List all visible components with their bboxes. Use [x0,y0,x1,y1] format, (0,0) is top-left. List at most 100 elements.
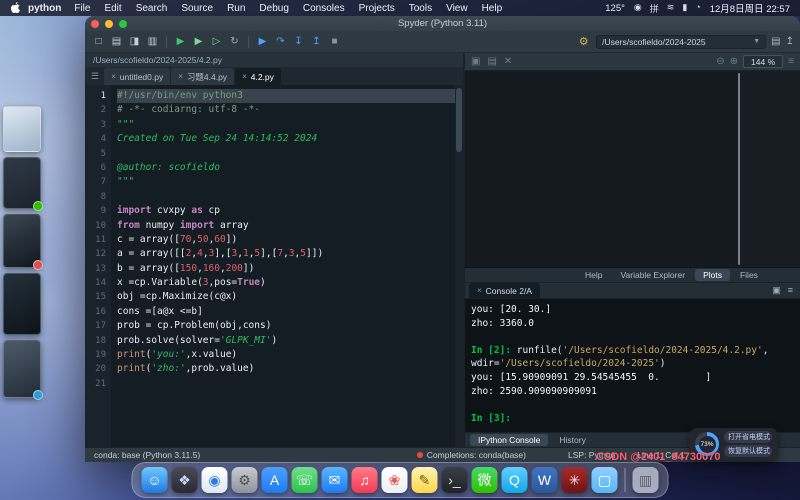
wifi-icon[interactable]: ≋ [667,2,675,15]
dock-wechat[interactable]: 微 [472,467,498,493]
console-output[interactable]: you: [20. 30.]zho: 3360.0 In [2]: runfil… [465,299,800,432]
widget-button-1[interactable]: 打开省电模式 [724,431,772,443]
menubar-app-name[interactable]: python [28,3,61,14]
stop-icon[interactable]: ■ [327,34,342,49]
dock-mail[interactable]: ✉ [322,467,348,493]
editor-scrollbar[interactable] [455,85,463,447]
line-number: 10 [85,219,106,233]
console-tab[interactable]: × Console 2/A [469,283,540,298]
plots-options-menu-icon[interactable]: ≡ [788,56,794,67]
window-thumbnail-2[interactable] [3,157,41,209]
close-tab-icon[interactable]: × [178,72,183,81]
browse-tabs-icon[interactable]: ☰ [87,71,103,82]
plots-content [465,71,800,268]
dock-app-store[interactable]: A [262,467,288,493]
step-over-icon[interactable]: ↷ [273,34,288,49]
copy-plot-icon[interactable]: ▤ [487,56,496,67]
close-tab-icon[interactable]: × [111,72,116,81]
temperature-status: 125° [605,3,625,14]
menubar-status-area: 125° ◉ 拼 ≋ ▮ ◔ 12月8日周日 22:57 [605,1,790,15]
console-bottom-tab-history[interactable]: History [551,434,593,446]
dock-settings[interactable]: ⚙ [232,467,258,493]
parent-directory-icon[interactable]: ↥ [786,36,794,47]
dock-music[interactable]: ♫ [352,467,378,493]
working-directory-combo[interactable]: /Users/scofieldo/2024-2025 ▼ [596,35,766,49]
open-file-icon[interactable]: ▤ [109,34,124,49]
dock-spyder[interactable]: ✳ [562,467,588,493]
menubar-item-debug[interactable]: Debug [252,3,295,14]
editor-tab-4.2.py[interactable]: ×4.2.py [235,68,281,85]
dock-qq[interactable]: Q [502,467,528,493]
menubar-item-view[interactable]: View [439,3,475,14]
control-center-icon[interactable]: ◔ [695,2,700,15]
close-console-icon[interactable]: × [477,286,482,295]
status-conda: conda: base (Python 3.11.5) [94,450,200,460]
plots-splitter[interactable] [738,73,740,265]
browse-directory-icon[interactable]: ▤ [771,36,780,47]
save-all-icon[interactable]: ▥ [145,34,160,49]
window-titlebar[interactable]: Spyder (Python 3.11) [85,16,800,31]
menubar-item-projects[interactable]: Projects [352,3,402,14]
remove-plot-icon[interactable]: ✕ [504,56,512,67]
dock-downloads-folder[interactable]: ▢ [592,467,618,493]
zoom-level-box[interactable]: 144 % [743,55,783,68]
editor-tab-untitled0.py[interactable]: ×untitled0.py [104,68,170,85]
debug-icon[interactable]: ▶ [255,34,270,49]
close-tab-icon[interactable]: × [242,72,247,81]
run-cell-icon[interactable]: ▶ [191,34,206,49]
console-bottom-tab-ipython-console[interactable]: IPython Console [470,434,548,446]
dock-launchpad[interactable]: ❖ [172,467,198,493]
window-thumbnail-3[interactable] [3,214,41,268]
save-icon[interactable]: ◨ [127,34,142,49]
menubar-item-tools[interactable]: Tools [402,3,439,14]
minimize-window-button[interactable] [105,20,113,28]
pane-tab-files[interactable]: Files [732,269,766,281]
pane-tab-variable-explorer[interactable]: Variable Explorer [612,269,693,281]
step-return-icon[interactable]: ↥ [309,34,324,49]
menubar-item-file[interactable]: File [67,3,97,14]
battery-icon[interactable]: ▮ [682,2,687,15]
pane-tab-help[interactable]: Help [577,269,610,281]
editor-tab-习题4.4.py[interactable]: ×习题4.4.py [171,68,234,85]
step-into-icon[interactable]: ↧ [291,34,306,49]
dock-finder[interactable]: ☺ [142,467,168,493]
window-thumbnail-4[interactable] [3,273,41,335]
widget-button-2[interactable]: 恢复默认模式 [724,445,772,457]
dock-notes[interactable]: ✎ [412,467,438,493]
dock-safari[interactable]: ◉ [202,467,228,493]
menubar-clock[interactable]: 12月8日周日 22:57 [710,1,790,15]
new-console-icon[interactable]: ▣ [772,285,781,296]
zoom-window-button[interactable] [119,20,127,28]
run-icon[interactable]: ▶ [173,34,188,49]
window-thumbnail-1[interactable] [3,106,41,152]
dock-word[interactable]: W [532,467,558,493]
save-plot-icon[interactable]: ▣ [471,56,480,67]
dock-facetime[interactable]: ☏ [292,467,318,493]
menubar-item-consoles[interactable]: Consoles [296,3,352,14]
run-cell-advance-icon[interactable]: ▷ [209,34,224,49]
tools-wrench-icon[interactable]: ⚙ [576,34,591,49]
dock-terminal[interactable]: ›_ [442,467,468,493]
dock-trash[interactable]: ▥ [633,467,659,493]
rerun-cell-icon[interactable]: ↻ [227,34,242,49]
recording-icon[interactable]: ◉ [634,2,642,15]
window-title: Spyder (Python 3.11) [85,18,800,29]
close-window-button[interactable] [91,20,99,28]
code-line: Created on Tue Sep 24 14:14:52 2024 [117,132,455,146]
code-editor[interactable]: 123456789101112131415161718192021 #!/usr… [85,85,463,447]
menubar-item-run[interactable]: Run [220,3,252,14]
console-options-menu-icon[interactable]: ≡ [788,285,793,296]
code-area[interactable]: #!/usr/bin/env python3# -*- codiarng: ut… [111,85,455,447]
pane-tab-plots[interactable]: Plots [695,269,730,281]
new-file-icon[interactable]: □ [91,34,106,49]
menubar-item-help[interactable]: Help [475,3,510,14]
window-thumbnail-5[interactable] [3,340,41,398]
zoom-in-icon[interactable]: ⊕ [730,56,738,67]
dock-photos[interactable]: ❀ [382,467,408,493]
menubar-item-edit[interactable]: Edit [97,3,128,14]
zoom-out-icon[interactable]: ⊖ [716,56,724,67]
menubar-item-search[interactable]: Search [129,3,175,14]
menubar-item-source[interactable]: Source [174,3,220,14]
apple-logo-icon[interactable] [10,2,20,14]
input-source-icon[interactable]: 拼 [650,2,659,15]
